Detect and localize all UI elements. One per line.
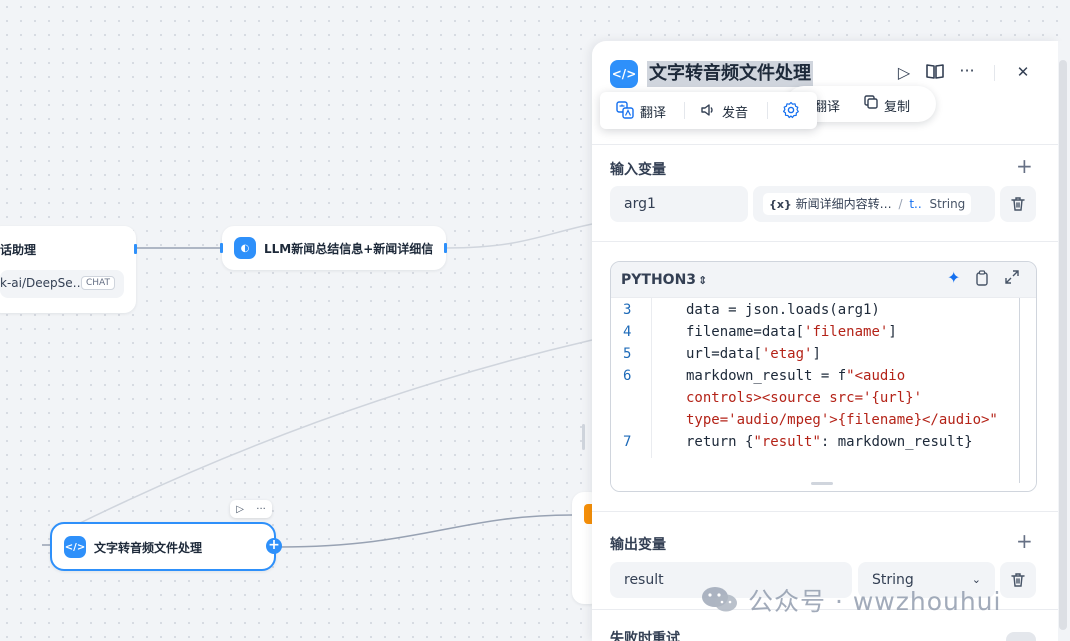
ai-sparkle-icon[interactable]: ✦ <box>947 268 960 287</box>
translate-button[interactable]: 翻译 <box>814 96 840 115</box>
gear-icon[interactable] <box>782 101 800 123</box>
add-next-node-button[interactable]: + <box>266 538 282 554</box>
code-line: filename=data['filename'] <box>686 324 897 340</box>
line-number: 5 <box>623 346 632 362</box>
expand-icon[interactable] <box>1005 270 1019 288</box>
translate-popover: 翻译 发音 <box>600 92 817 129</box>
add-input-icon[interactable]: + <box>1016 154 1033 178</box>
drag-handle[interactable] <box>582 424 585 450</box>
line-number: 3 <box>623 302 632 318</box>
code-line: data = json.loads(arg1) <box>686 302 880 318</box>
input-variable-value[interactable]: {x} 新闻详细内容转… / t.. String <box>753 186 995 222</box>
divider <box>592 241 1058 242</box>
variable-node-name: 新闻详细内容转… <box>795 197 892 211</box>
pronounce-button[interactable]: 发音 <box>722 102 748 121</box>
node-title: LLM新闻总结信息+新闻详细信 <box>264 242 434 256</box>
divider <box>684 102 685 119</box>
node-title: 话助理 <box>0 243 37 257</box>
panel-title[interactable]: 文字转音频文件处理 <box>647 61 813 87</box>
delete-input-button[interactable] <box>1000 186 1036 222</box>
trash-icon <box>1011 573 1025 587</box>
llm-icon: ◐ <box>234 237 256 259</box>
variable-separator: / <box>898 197 903 211</box>
code-content[interactable]: 3 data = json.loads(arg1) 4 filename=dat… <box>611 298 1036 491</box>
code-editor[interactable]: PYTHON3 ⇕ ✦ 3 data = json.loads(arg1) 4 f… <box>610 261 1037 492</box>
code-icon: </> <box>64 536 86 558</box>
more-icon[interactable]: ··· <box>957 61 977 80</box>
panel-scrollbar-thumb[interactable] <box>1059 60 1067 630</box>
input-variable-name[interactable]: arg1 <box>610 186 748 222</box>
language-selector[interactable]: PYTHON3 ⇕ <box>621 272 707 288</box>
language-label: PYTHON3 <box>621 272 697 288</box>
input-variables-label: 输入变量 <box>610 162 666 178</box>
output-handle[interactable] <box>134 244 137 254</box>
copy-icon[interactable] <box>864 95 878 113</box>
docs-icon[interactable] <box>925 63 945 83</box>
line-number: 7 <box>623 434 632 450</box>
llm-summary-node[interactable]: ◐ LLM新闻总结信息+新闻详细信 <box>220 226 447 270</box>
divider <box>592 511 1058 512</box>
variable-icon: {x} <box>769 198 792 211</box>
watermark-text: 公众号 · wwzhouhui <box>748 587 1002 616</box>
delete-output-button[interactable] <box>1000 562 1036 598</box>
wechat-logo-icon <box>702 587 737 612</box>
copy-icon[interactable] <box>975 270 989 290</box>
translate-button[interactable]: 翻译 <box>640 102 666 121</box>
retry-on-failure-label: 失败时重试 <box>610 631 680 641</box>
code-node-selected[interactable]: </> 文字转音频文件处理 <box>50 522 276 571</box>
variable-reference-chip: {x} 新闻详细内容转… / t.. String <box>763 193 972 215</box>
run-button[interactable]: ▷ <box>894 63 914 82</box>
variable-type: String <box>929 197 966 211</box>
editor-resize-handle[interactable] <box>811 482 833 485</box>
line-gutter <box>651 298 652 458</box>
output-handle[interactable] <box>444 243 447 253</box>
header-divider <box>994 65 995 81</box>
node-title: 文字转音频文件处理 <box>94 541 203 555</box>
chat-badge: CHAT <box>80 276 115 290</box>
code-line: return {"result": markdown_result} <box>686 434 973 450</box>
node-mini-toolbar: ▷ ··· <box>230 500 272 518</box>
close-icon[interactable]: ✕ <box>1013 63 1033 81</box>
line-number: 4 <box>623 324 632 340</box>
line-number: 6 <box>623 368 632 384</box>
trash-icon <box>1011 197 1025 211</box>
code-line-wrap: controls><source src='{url}' <box>686 390 923 406</box>
model-name: k-ai/DeepSe… <box>0 276 85 290</box>
llm-assistant-node[interactable]: 话助理 k-ai/DeepSe… CHAT <box>0 226 137 313</box>
code-icon: </> <box>610 60 638 88</box>
code-line: url=data['etag'] <box>686 346 821 362</box>
code-editor-header: PYTHON3 ⇕ ✦ <box>611 262 1036 298</box>
code-scrollbar[interactable] <box>1019 298 1020 483</box>
chevron-updown-icon: ⇕ <box>698 274 708 287</box>
model-selector[interactable]: k-ai/DeepSe… CHAT <box>0 270 124 298</box>
node-config-panel: </> 文字转音频文件处理 ▷ ··· ✕ 输入变量 + arg1 {x} 新闻… <box>592 41 1058 641</box>
copy-button[interactable]: 复制 <box>884 96 910 115</box>
translate-icon[interactable] <box>616 101 634 123</box>
divider <box>767 102 768 119</box>
output-variables-label: 输出变量 <box>610 537 666 553</box>
divider <box>592 144 1058 145</box>
add-output-icon[interactable]: + <box>1016 529 1033 553</box>
run-node-icon[interactable]: ▷ <box>236 504 244 515</box>
code-line-wrap: type='audio/mpeg'>{filename}</audio>" <box>686 412 998 428</box>
input-handle[interactable] <box>220 243 223 253</box>
variable-field: t.. <box>909 197 922 211</box>
code-line: markdown_result = f"<audio <box>686 368 906 384</box>
retry-toggle[interactable] <box>1006 632 1036 641</box>
speaker-icon[interactable] <box>700 102 716 122</box>
more-icon[interactable]: ··· <box>256 504 266 515</box>
